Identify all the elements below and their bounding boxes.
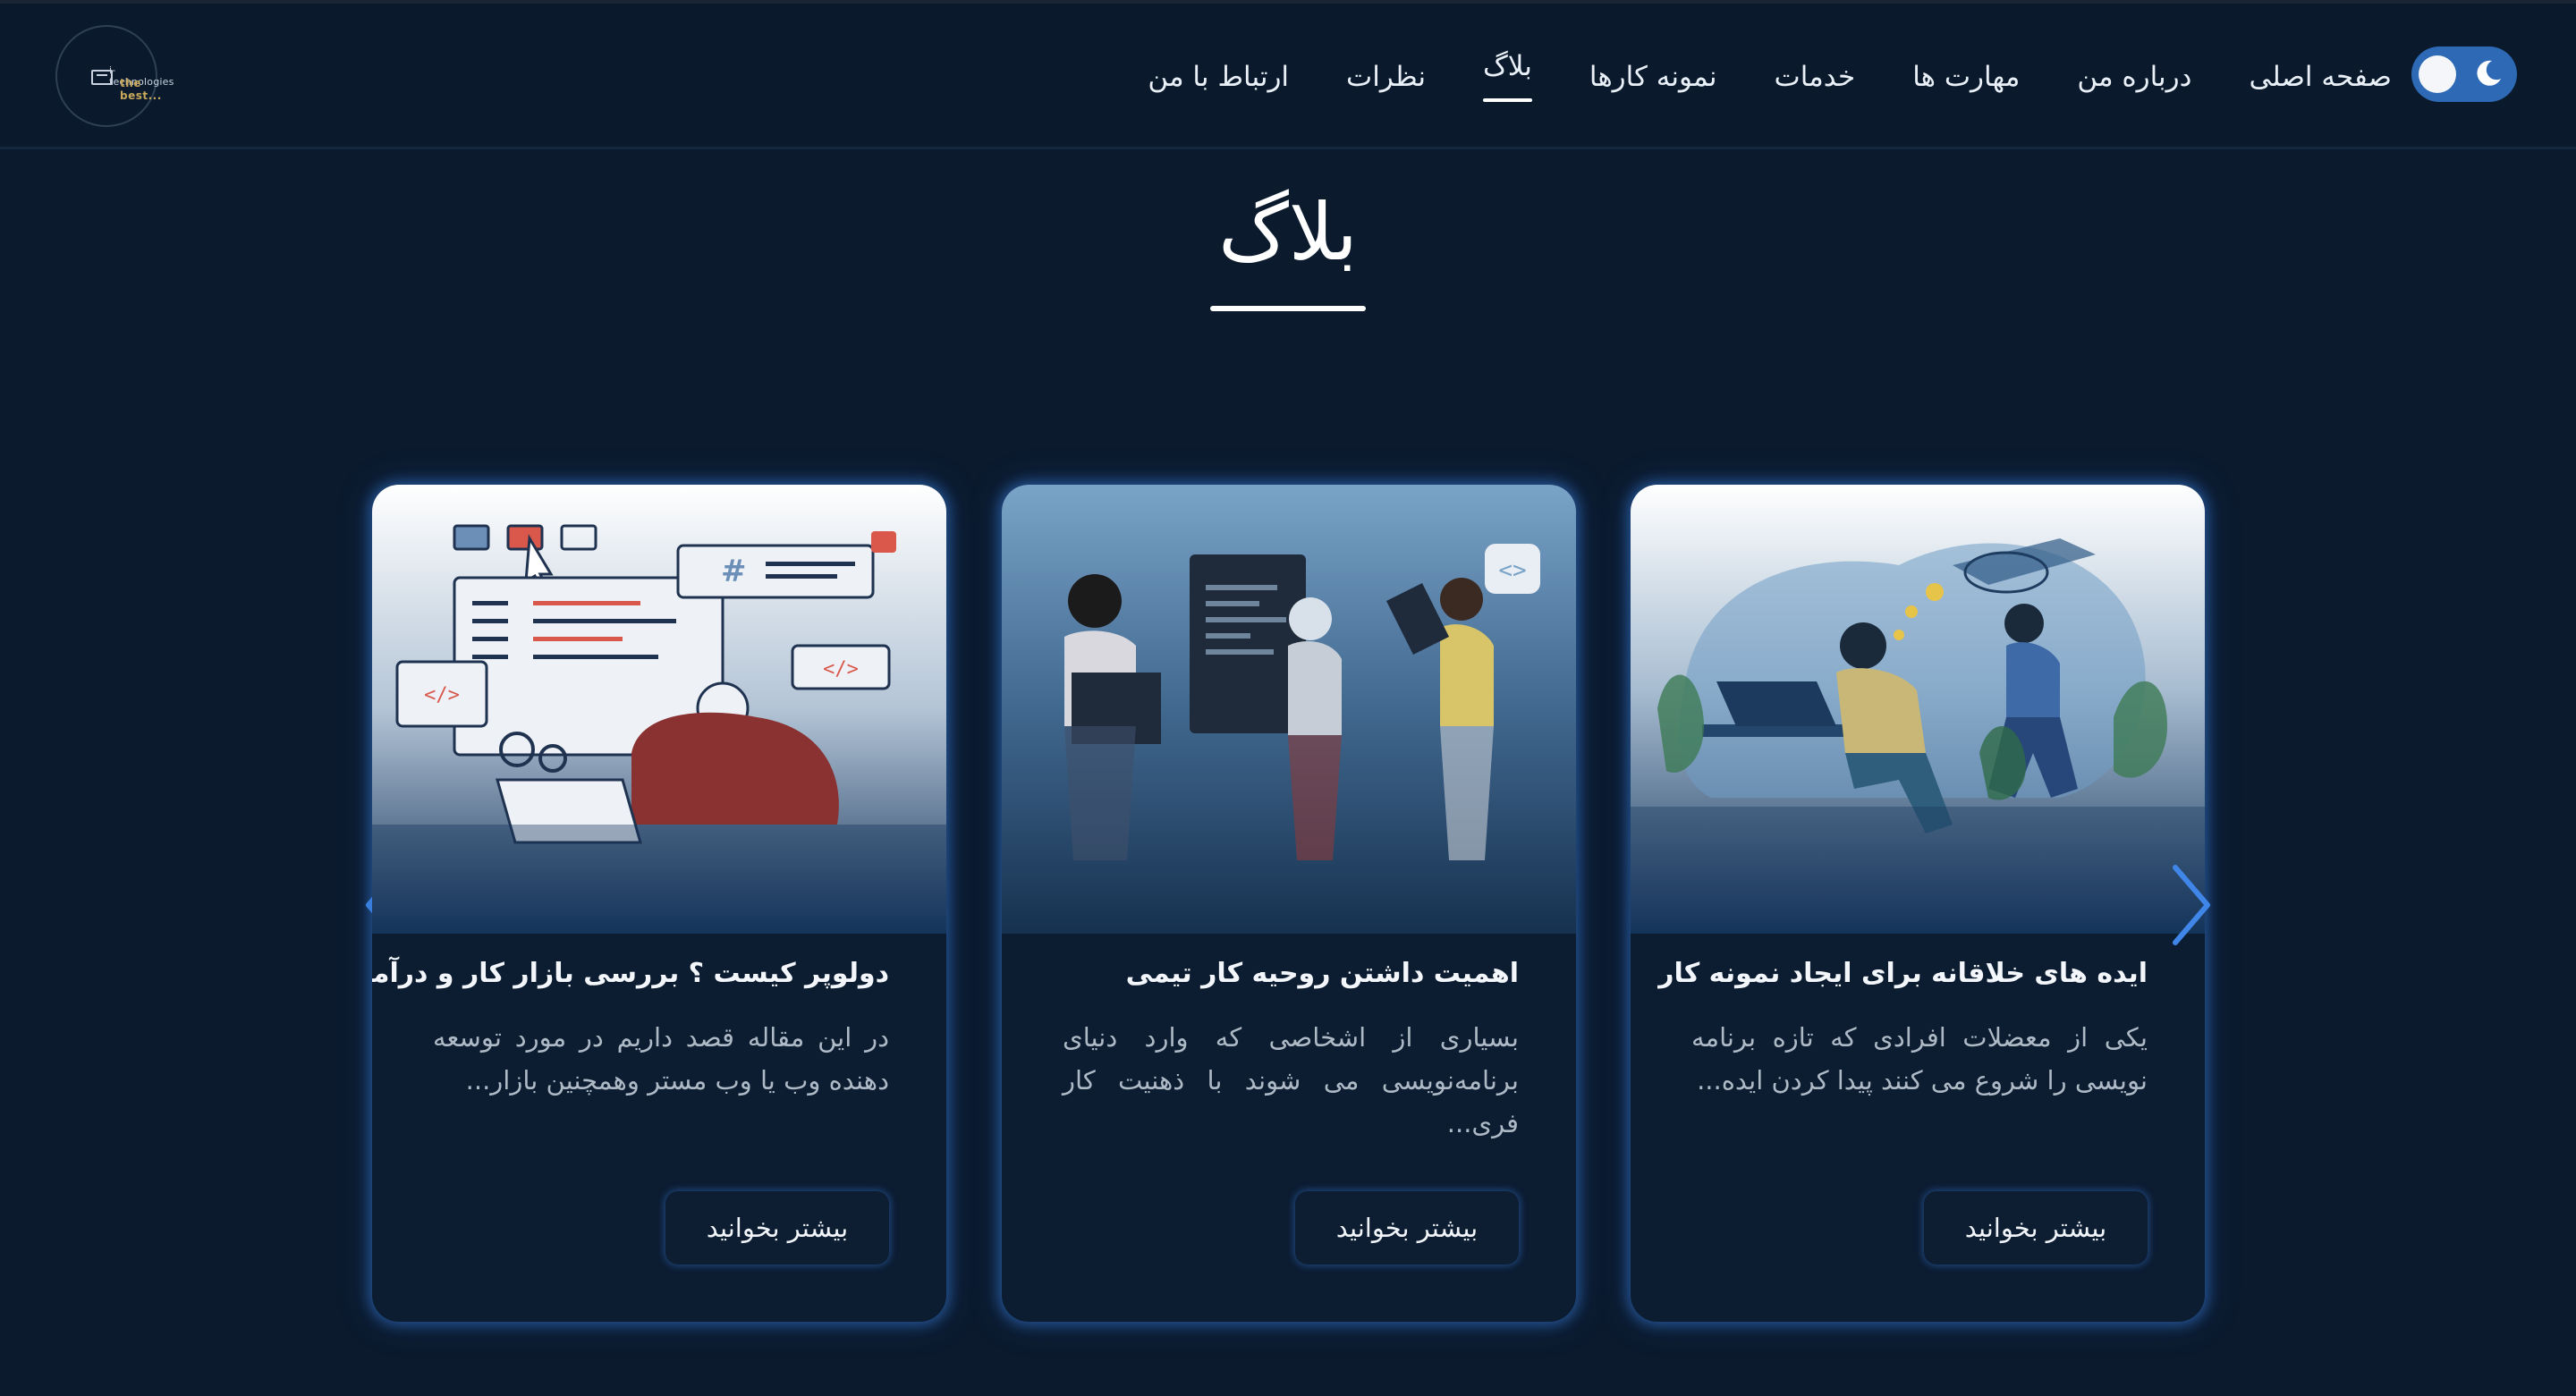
nav-item-blog[interactable]: بلاگ <box>1483 39 1532 102</box>
card-illustration: # </> </> <box>372 485 946 934</box>
theme-toggle[interactable] <box>2411 47 2517 102</box>
blog-card: <> اهمیت داشتن روحیه کار تیمی بسیاری از … <box>1002 485 1576 1322</box>
svg-text:</>: </> <box>424 684 460 706</box>
nav-item-skills[interactable]: مهارت ها <box>1912 50 2020 104</box>
nav-item-contact[interactable]: ارتباط با من <box>1148 50 1289 104</box>
nav-item-portfolio[interactable]: نمونه کارها <box>1589 50 1717 104</box>
page-title: بلاگ <box>1218 186 1358 278</box>
nav-item-testimonials[interactable]: نظرات <box>1346 50 1426 104</box>
navbar: i-technologies the best... صفحه اصلی درب… <box>0 4 2576 149</box>
card-excerpt: بسیاری از اشخاصی که وارد دنیای برنامه‌نو… <box>1063 1022 1519 1138</box>
blog-card: ایده های خلاقانه برای ایجاد نمونه کار یک… <box>1631 485 2205 1322</box>
nav-item-about[interactable]: درباره من <box>2077 50 2191 104</box>
carousel-next-icon[interactable] <box>2168 862 2215 948</box>
moon-icon <box>2477 60 2501 86</box>
blog-card: # </> </> دولوپر کیست ؟ بررسی بازار کار … <box>372 485 946 1322</box>
title-underline <box>1210 306 1366 311</box>
nav-item-home[interactable]: صفحه اصلی <box>2249 50 2392 104</box>
logo-line-2: the best... <box>120 77 162 102</box>
read-more-button[interactable]: بیشتر بخوانید <box>1295 1191 1519 1265</box>
logo[interactable]: i-technologies the best... <box>55 25 174 127</box>
svg-text:#: # <box>721 554 747 589</box>
card-illustration: <> <box>1002 485 1576 934</box>
read-more-button[interactable]: بیشتر بخوانید <box>1924 1191 2148 1265</box>
card-excerpt: در این مقاله قصد داریم در مورد توسعه دهن… <box>433 1022 889 1096</box>
card-title[interactable]: اهمیت داشتن روحیه کار تیمی <box>1038 952 1519 996</box>
svg-text:<>: <> <box>1498 557 1526 584</box>
card-title[interactable]: ایده های خلاقانه برای ایجاد نمونه کار <box>1658 952 2148 996</box>
main-nav: صفحه اصلی درباره من مهارت ها خدمات نمونه… <box>1148 50 2392 104</box>
nav-item-services[interactable]: خدمات <box>1775 50 1856 104</box>
card-title[interactable]: دولوپر کیست ؟ بررسی بازار کار و درآمد <box>372 952 889 996</box>
svg-text:</>: </> <box>823 658 859 681</box>
card-illustration <box>1631 485 2205 934</box>
toggle-knob <box>2419 55 2456 93</box>
read-more-button[interactable]: بیشتر بخوانید <box>665 1191 889 1265</box>
card-excerpt: یکی از معضلات افرادی که تازه برنامه نویس… <box>1691 1022 2148 1096</box>
